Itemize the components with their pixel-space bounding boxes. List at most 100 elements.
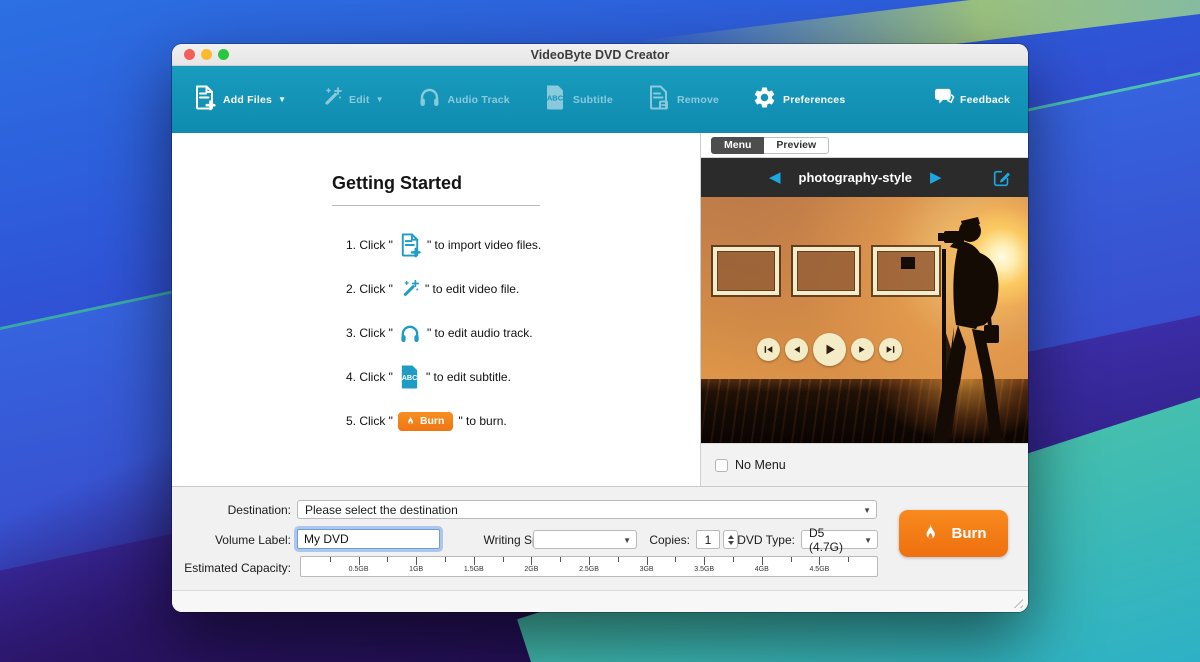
remove-label: Remove bbox=[677, 94, 719, 106]
close-window-button[interactable] bbox=[184, 49, 195, 60]
destination-label: Destination: bbox=[172, 503, 291, 517]
feedback-icon bbox=[934, 87, 955, 112]
step-subtitle: 4. Click " ABC " to edit subtitle. bbox=[346, 355, 541, 399]
step-import: 1. Click " " to import video files. bbox=[346, 223, 541, 267]
remove-button[interactable]: Remove bbox=[646, 84, 719, 116]
burn-button[interactable]: Burn bbox=[899, 510, 1008, 557]
chevron-down-icon: ▼ bbox=[864, 536, 872, 545]
chevron-down-icon: ▼ bbox=[376, 96, 384, 104]
capacity-tick-label: 0.5GB bbox=[349, 566, 369, 573]
estimated-capacity-label: Estimated Capacity: bbox=[172, 561, 291, 575]
capacity-tick-label: 4.5GB bbox=[809, 566, 829, 573]
svg-text:ABC: ABC bbox=[547, 93, 564, 102]
add-files-icon bbox=[398, 232, 422, 258]
capacity-tick-label: 1.5GB bbox=[464, 566, 484, 573]
capacity-tick-label: 2GB bbox=[524, 566, 538, 573]
subtitle-button[interactable]: ABC Subtitle bbox=[543, 84, 613, 116]
menu-thumbnail-frames bbox=[713, 247, 939, 295]
dvd-type-label: DVD Type: bbox=[677, 533, 795, 547]
flame-icon bbox=[921, 522, 940, 545]
preview-tabbar: Menu Preview bbox=[701, 133, 1028, 158]
resize-grip[interactable] bbox=[1010, 595, 1023, 608]
step-text: 4. Click " bbox=[346, 370, 393, 384]
dvd-type-value: D5 (4.7G) bbox=[809, 526, 859, 554]
edit-wand-icon bbox=[398, 278, 420, 300]
getting-started-panel: Getting Started 1. Click " " to import v… bbox=[172, 133, 700, 486]
next-template-icon[interactable]: ▶ bbox=[930, 170, 942, 185]
skip-start-button[interactable] bbox=[757, 338, 780, 361]
chevron-down-icon: ▼ bbox=[278, 96, 286, 104]
step-text: 1. Click " bbox=[346, 238, 393, 252]
preferences-button[interactable]: Preferences bbox=[752, 85, 845, 115]
getting-started-steps: 1. Click " " to import video files. 2. C… bbox=[346, 223, 541, 443]
tab-menu[interactable]: Menu bbox=[711, 137, 764, 154]
capacity-tick-label: 1GB bbox=[409, 566, 423, 573]
audio-track-label: Audio Track bbox=[448, 94, 510, 106]
svg-text:ABC: ABC bbox=[402, 374, 418, 382]
step-audio: 3. Click " " to edit audio track. bbox=[346, 311, 541, 355]
tab-preview[interactable]: Preview bbox=[764, 137, 829, 154]
zoom-window-button[interactable] bbox=[218, 49, 229, 60]
burn-settings-panel: Destination: Please select the destinati… bbox=[172, 486, 1028, 590]
step-text: " to import video files. bbox=[427, 238, 541, 252]
forward-button[interactable] bbox=[851, 338, 874, 361]
thumbnail-frame-1[interactable] bbox=[713, 247, 779, 295]
minimize-window-button[interactable] bbox=[201, 49, 212, 60]
destination-select[interactable]: Please select the destination ▼ bbox=[297, 500, 877, 519]
audio-track-button[interactable]: Audio Track bbox=[417, 85, 510, 114]
burn-button-label: Burn bbox=[952, 525, 987, 542]
skip-end-button[interactable] bbox=[879, 338, 902, 361]
capacity-tick-label: 3.5GB bbox=[694, 566, 714, 573]
menu-preview-panel: Menu Preview ◀ photography-style ▶ bbox=[700, 133, 1028, 486]
menu-playback-controls bbox=[757, 333, 907, 366]
add-files-label: Add Files bbox=[223, 94, 272, 106]
capacity-tick-label: 2.5GB bbox=[579, 566, 599, 573]
dvd-type-select[interactable]: D5 (4.7G) ▼ bbox=[801, 530, 878, 549]
add-files-icon bbox=[192, 84, 217, 116]
mini-burn-label: Burn bbox=[420, 415, 445, 427]
titlebar[interactable]: VideoByte DVD Creator bbox=[172, 44, 1028, 66]
feedback-button[interactable]: Feedback bbox=[934, 87, 1010, 112]
audio-track-icon bbox=[398, 322, 422, 345]
edit-wand-icon bbox=[319, 85, 343, 114]
capacity-ruler: 0.5GB 1GB 1.5GB 2GB 2.5GB 3GB 3.5GB 4GB 4.5GB bbox=[300, 556, 878, 577]
step-text: " to burn. bbox=[458, 414, 506, 428]
burn-button-illustration: Burn bbox=[398, 412, 454, 431]
capacity-tick-label: 4GB bbox=[755, 566, 769, 573]
add-files-button[interactable]: Add Files ▼ bbox=[192, 84, 286, 116]
preferences-label: Preferences bbox=[783, 94, 845, 106]
feedback-label: Feedback bbox=[960, 94, 1010, 106]
step-burn: 5. Click " Burn " to burn. bbox=[346, 399, 541, 443]
no-menu-row: No Menu bbox=[701, 443, 1028, 486]
previous-template-icon[interactable]: ◀ bbox=[769, 170, 781, 185]
step-text: 2. Click " bbox=[346, 282, 393, 296]
step-text: " to edit audio track. bbox=[427, 326, 533, 340]
window-title: VideoByte DVD Creator bbox=[531, 48, 670, 62]
no-menu-checkbox[interactable] bbox=[715, 459, 728, 472]
edit-label: Edit bbox=[349, 94, 370, 106]
template-carousel: ◀ photography-style ▶ bbox=[701, 158, 1028, 197]
subtitle-label: Subtitle bbox=[573, 94, 613, 106]
step-text: " to edit video file. bbox=[425, 282, 519, 296]
getting-started-title: Getting Started bbox=[332, 173, 462, 194]
subtitle-icon: ABC bbox=[398, 364, 421, 390]
edit-button[interactable]: Edit ▼ bbox=[319, 85, 384, 114]
step-edit: 2. Click " " to edit video file. bbox=[346, 267, 541, 311]
play-button[interactable] bbox=[813, 333, 846, 366]
camera-overlap bbox=[901, 257, 915, 269]
thumbnail-frame-2[interactable] bbox=[793, 247, 859, 295]
edit-template-icon[interactable] bbox=[992, 168, 1012, 188]
window-footer bbox=[172, 590, 1028, 612]
capacity-tick-label: 3GB bbox=[640, 566, 654, 573]
divider bbox=[332, 205, 540, 206]
volume-label-input[interactable] bbox=[297, 529, 440, 549]
remove-icon bbox=[646, 84, 671, 116]
chevron-down-icon: ▼ bbox=[863, 506, 871, 515]
menu-template-preview[interactable] bbox=[701, 197, 1028, 443]
step-text: 5. Click " bbox=[346, 414, 393, 428]
gear-icon bbox=[752, 85, 777, 115]
template-name: photography-style bbox=[799, 170, 912, 185]
rewind-button[interactable] bbox=[785, 338, 808, 361]
subtitle-icon: ABC bbox=[543, 84, 567, 116]
volume-label-label: Volume Label: bbox=[172, 533, 291, 547]
